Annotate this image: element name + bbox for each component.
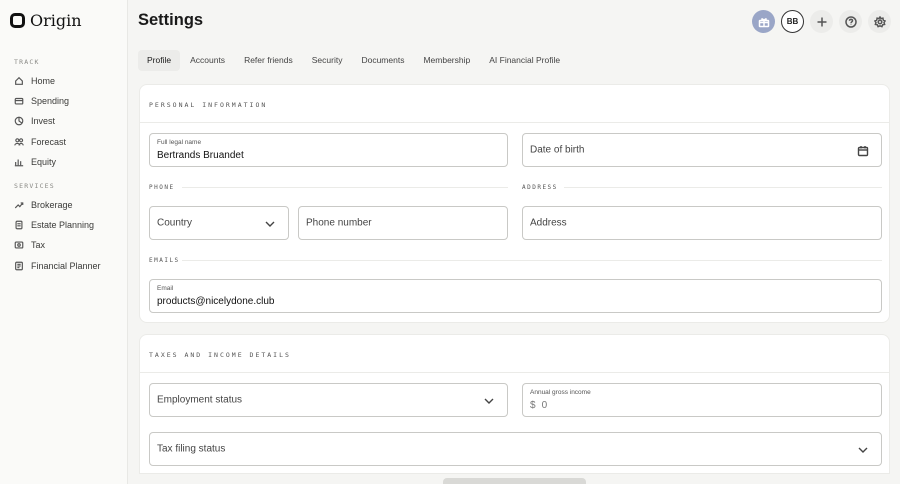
chevron-down-icon xyxy=(483,394,495,406)
logo-text: Origin xyxy=(30,11,82,30)
income-amount: 0 xyxy=(541,400,548,411)
phone-section-label: PHONE xyxy=(149,184,175,191)
settings-tabs: Profile Accounts Refer friends Security … xyxy=(138,50,570,71)
taxes-income-title: TAXES AND INCOME DETAILS xyxy=(149,351,291,359)
sidebar-item-brokerage[interactable]: Brokerage xyxy=(14,200,73,210)
address-divider xyxy=(564,187,882,188)
phone-number-placeholder: Phone number xyxy=(306,217,372,229)
annual-gross-income-label: Annual gross income xyxy=(530,389,591,396)
avatar-button[interactable]: BB xyxy=(781,10,804,33)
taxes-income-card: TAXES AND INCOME DETAILS Employment stat… xyxy=(139,334,890,474)
sidebar-item-label: Brokerage xyxy=(31,200,73,210)
email-field[interactable]: Email products@nicelydone.club xyxy=(149,279,882,313)
tab-security[interactable]: Security xyxy=(303,50,352,71)
sidebar-item-label: Financial Planner xyxy=(31,261,101,271)
help-button[interactable] xyxy=(839,10,862,33)
full-legal-name-label: Full legal name xyxy=(157,139,202,146)
services-section-label: SERVICES xyxy=(14,182,55,190)
tax-filing-status-placeholder: Tax filing status xyxy=(157,443,226,455)
card-icon xyxy=(14,97,24,105)
emails-divider xyxy=(182,260,882,261)
address-input[interactable]: Address xyxy=(522,206,882,240)
country-select[interactable]: Country xyxy=(149,206,289,240)
receipt-icon xyxy=(14,241,24,249)
add-button[interactable] xyxy=(810,10,833,33)
address-section-label: ADDRESS xyxy=(522,184,558,191)
sidebar-item-label: Home xyxy=(31,76,56,86)
phone-divider xyxy=(182,187,508,188)
sidebar-item-spending[interactable]: Spending xyxy=(14,96,69,106)
calendar-icon[interactable] xyxy=(857,144,869,157)
date-of-birth-placeholder: Date of birth xyxy=(530,144,585,156)
origin-logo-icon xyxy=(10,13,25,28)
gift-icon xyxy=(758,17,769,27)
sidebar-item-estate-planning[interactable]: Estate Planning xyxy=(14,220,94,230)
sidebar-item-home[interactable]: Home xyxy=(14,76,55,86)
main-content: Settings BB Profile Accounts Refer frien… xyxy=(129,0,900,484)
sidebar-item-label: Spending xyxy=(31,96,70,106)
home-icon xyxy=(15,76,23,85)
pie-icon xyxy=(14,116,24,126)
track-section-label: TRACK xyxy=(14,58,40,66)
plus-icon xyxy=(817,17,826,26)
settings-button[interactable] xyxy=(868,10,891,33)
phone-number-input[interactable]: Phone number xyxy=(298,206,508,240)
employment-status-placeholder: Employment status xyxy=(157,394,243,406)
emails-section-label: EMAILS xyxy=(149,257,180,264)
help-icon xyxy=(844,15,857,28)
sidebar-item-label: Estate Planning xyxy=(31,220,95,230)
gear-icon xyxy=(873,15,886,28)
sidebar-item-label: Invest xyxy=(31,116,56,126)
personal-information-card: PERSONAL INFORMATION Full legal name Ber… xyxy=(139,84,890,323)
trend-icon xyxy=(14,202,24,209)
sidebar-item-forecast[interactable]: Forecast xyxy=(14,137,66,147)
people-icon xyxy=(14,138,24,146)
annual-gross-income-value: $0 xyxy=(530,400,547,411)
annual-gross-income-field[interactable]: Annual gross income $0 xyxy=(522,383,882,417)
sidebar-item-invest[interactable]: Invest xyxy=(14,116,55,126)
sidebar-item-equity[interactable]: Equity xyxy=(14,157,56,167)
tax-filing-status-select[interactable]: Tax filing status xyxy=(149,432,882,466)
tab-profile[interactable]: Profile xyxy=(138,50,181,71)
gift-button[interactable] xyxy=(752,10,775,33)
tab-ai-financial-profile[interactable]: AI Financial Profile xyxy=(480,50,569,71)
country-placeholder: Country xyxy=(157,217,193,229)
chart-icon xyxy=(14,159,24,167)
sidebar-item-financial-planner[interactable]: Financial Planner xyxy=(14,261,101,271)
email-label: Email xyxy=(157,285,174,292)
tab-documents[interactable]: Documents xyxy=(352,50,413,71)
address-placeholder: Address xyxy=(530,217,567,229)
sidebar: Origin TRACK Home Spending Invest Foreca… xyxy=(0,0,128,484)
tab-accounts[interactable]: Accounts xyxy=(181,50,234,71)
personal-information-title: PERSONAL INFORMATION xyxy=(149,101,268,109)
date-of-birth-field[interactable]: Date of birth xyxy=(522,133,882,167)
tab-membership[interactable]: Membership xyxy=(414,50,479,71)
top-actions: BB xyxy=(752,10,891,33)
sidebar-item-label: Tax xyxy=(31,240,46,250)
document-icon xyxy=(15,220,23,230)
full-legal-name-value: Bertrands Bruandet xyxy=(157,150,244,161)
chevron-down-icon xyxy=(857,443,869,455)
tab-refer-friends[interactable]: Refer friends xyxy=(235,50,302,71)
page-title: Settings xyxy=(138,11,204,29)
save-bar[interactable] xyxy=(443,478,586,484)
chevron-down-icon xyxy=(264,217,276,229)
full-legal-name-field[interactable]: Full legal name Bertrands Bruandet xyxy=(149,133,508,167)
sidebar-item-label: Forecast xyxy=(31,137,67,147)
currency-symbol: $ xyxy=(530,400,536,411)
employment-status-select[interactable]: Employment status xyxy=(149,383,508,417)
sidebar-item-label: Equity xyxy=(31,157,57,167)
sidebar-item-tax[interactable]: Tax xyxy=(14,240,45,250)
planner-icon xyxy=(15,261,23,271)
email-value: products@nicelydone.club xyxy=(157,296,275,307)
logo[interactable]: Origin xyxy=(10,11,82,30)
